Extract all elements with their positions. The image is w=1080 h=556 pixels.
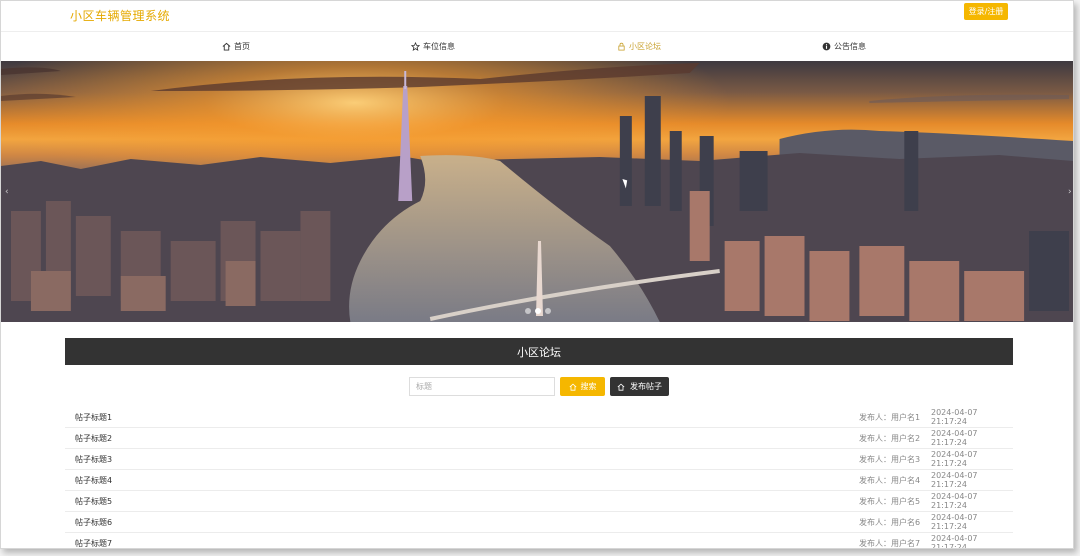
post-time: 2024-04-07 21:17:24 [931,534,978,549]
list-item[interactable]: 帖子标题2 发布人：用户名2 2024-04-07 21:17:24 [65,428,1013,449]
author-name: 用户名3 [891,454,921,464]
post-author: 发布人：用户名6 [859,517,920,528]
search-button[interactable]: 搜索 [560,377,605,396]
post-author: 发布人：用户名7 [859,538,920,549]
list-item[interactable]: 帖子标题1 发布人：用户名1 2024-04-07 21:17:24 [65,407,1013,428]
lock-icon [618,42,625,51]
nav-item-home[interactable]: 首页 [222,41,250,52]
nav-item-label: 小区论坛 [629,42,661,51]
post-time: 2024-04-07 21:17:24 [931,408,978,426]
post-title[interactable]: 帖子标题5 [75,496,112,507]
post-title[interactable]: 帖子标题3 [75,454,112,465]
author-prefix: 发布人： [859,475,891,485]
author-name: 用户名2 [891,433,921,443]
list-item[interactable]: 帖子标题7 发布人：用户名7 2024-04-07 21:17:24 [65,533,1013,549]
nav-item-label: 车位信息 [423,42,455,51]
post-title[interactable]: 帖子标题7 [75,538,112,549]
banner-carousel[interactable]: ‹ › [1,61,1073,322]
author-prefix: 发布人： [859,496,891,506]
city-skyline-image [1,61,1073,322]
info-icon [822,42,831,51]
app-title: 小区车辆管理系统 [70,9,171,23]
star-icon [411,42,420,51]
post-time: 2024-04-07 21:17:24 [931,492,978,510]
home-icon [617,383,625,391]
post-author: 发布人：用户名3 [859,454,920,465]
list-item[interactable]: 帖子标题5 发布人：用户名5 2024-04-07 21:17:24 [65,491,1013,512]
next-slide-icon[interactable]: › [1068,187,1072,197]
browser-frame: 小区车辆管理系统 登录/注册 首页 车位信息 小区论坛 公告信息 ‹ › 小区论… [0,0,1074,549]
author-prefix: 发布人： [859,454,891,464]
publish-post-label: 发布帖子 [630,382,662,391]
carousel-dot[interactable] [545,308,551,314]
post-author: 发布人：用户名2 [859,433,920,444]
login-register-button[interactable]: 登录/注册 [964,3,1008,20]
author-name: 用户名5 [891,496,921,506]
post-author: 发布人：用户名5 [859,496,920,507]
author-name: 用户名6 [891,517,921,527]
post-author: 发布人：用户名4 [859,475,920,486]
search-button-label: 搜索 [580,382,597,391]
author-prefix: 发布人： [859,412,891,422]
post-title[interactable]: 帖子标题4 [75,475,112,486]
author-prefix: 发布人： [859,433,891,443]
forum-section-title: 小区论坛 [65,338,1013,365]
post-title[interactable]: 帖子标题2 [75,433,112,444]
nav-item-forum[interactable]: 小区论坛 [617,41,661,52]
post-author: 发布人：用户名1 [859,412,920,423]
author-name: 用户名4 [891,475,921,485]
title-search-input[interactable] [409,377,555,396]
home-icon [222,42,231,51]
home-icon [569,383,576,391]
post-time: 2024-04-07 21:17:24 [931,471,978,489]
nav-item-label: 首页 [234,42,250,51]
nav-item-parking[interactable]: 车位信息 [411,41,455,52]
nav-item-notice[interactable]: 公告信息 [822,41,866,52]
top-bar: 小区车辆管理系统 登录/注册 [1,1,1073,31]
prev-slide-icon[interactable]: ‹ [5,187,9,197]
post-time: 2024-04-07 21:17:24 [931,513,978,531]
list-item[interactable]: 帖子标题3 发布人：用户名3 2024-04-07 21:17:24 [65,449,1013,470]
author-prefix: 发布人： [859,538,891,548]
nav-item-label: 公告信息 [834,42,866,51]
carousel-dot-active[interactable] [535,308,541,314]
publish-post-button[interactable]: 发布帖子 [610,377,669,396]
carousel-indicators [525,308,551,314]
author-prefix: 发布人： [859,517,891,527]
list-item[interactable]: 帖子标题6 发布人：用户名6 2024-04-07 21:17:24 [65,512,1013,533]
author-name: 用户名1 [891,412,921,422]
post-title[interactable]: 帖子标题1 [75,412,112,423]
post-title[interactable]: 帖子标题6 [75,517,112,528]
main-nav: 首页 车位信息 小区论坛 公告信息 [1,31,1073,61]
post-list: 帖子标题1 发布人：用户名1 2024-04-07 21:17:24 帖子标题2… [65,407,1013,549]
post-time: 2024-04-07 21:17:24 [931,429,978,447]
author-name: 用户名7 [891,538,921,548]
list-item[interactable]: 帖子标题4 发布人：用户名4 2024-04-07 21:17:24 [65,470,1013,491]
carousel-dot[interactable] [525,308,531,314]
post-time: 2024-04-07 21:17:24 [931,450,978,468]
